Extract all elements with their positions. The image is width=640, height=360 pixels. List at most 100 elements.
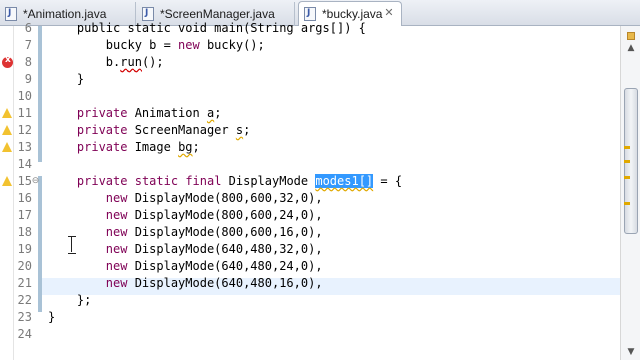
code-text: bucky b = new bucky(); xyxy=(48,37,265,54)
code-text: private Image bg; xyxy=(48,139,200,156)
code-text: private ScreenManager s; xyxy=(48,122,250,139)
java-file-icon xyxy=(304,7,316,21)
tab-label: *Animation.java xyxy=(23,7,107,21)
code-line[interactable]: 23} xyxy=(0,309,620,326)
code-line[interactable]: 11 private Animation a; xyxy=(0,105,620,122)
code-text: new DisplayMode(640,480,32,0), xyxy=(48,241,323,258)
keyword-token: new xyxy=(178,38,200,52)
text-cursor-icon xyxy=(68,236,76,254)
code-text: new DisplayMode(800,600,32,0), xyxy=(48,190,323,207)
code-text: }; xyxy=(48,292,91,309)
keyword-token: final xyxy=(185,174,222,188)
keyword-token: new xyxy=(105,276,128,290)
code-line[interactable]: 13 private Image bg; xyxy=(0,139,620,156)
code-token: bg xyxy=(178,140,193,154)
line-number: 10 xyxy=(17,89,32,103)
code-text: new DisplayMode(800,600,24,0), xyxy=(48,207,323,224)
code-token: }; xyxy=(48,293,92,307)
code-token: ; xyxy=(192,140,200,154)
code-line[interactable]: 19 new DisplayMode(640,480,32,0), xyxy=(0,241,620,258)
keyword-token: private xyxy=(76,174,128,188)
tab-label: *ScreenManager.java xyxy=(160,7,275,21)
warning-summary-icon[interactable] xyxy=(627,32,635,40)
fold-collapse-icon[interactable]: ⊖ xyxy=(31,177,40,186)
code-token: } xyxy=(48,72,85,86)
keyword-token: private xyxy=(76,140,128,154)
code-token: DisplayMode(640,480,32,0), xyxy=(127,242,323,256)
code-line[interactable]: 20 new DisplayMode(640,480,24,0), xyxy=(0,258,620,275)
code-line[interactable]: 10 xyxy=(0,88,620,105)
keyword-token: new xyxy=(105,208,128,222)
scroll-up-arrow-icon[interactable]: ▲ xyxy=(623,42,639,54)
code-token: Animation xyxy=(127,106,207,120)
warning-icon[interactable] xyxy=(2,108,13,119)
warning-icon[interactable] xyxy=(2,176,13,187)
code-token: DisplayMode(800,600,24,0), xyxy=(127,208,323,222)
overview-warning-mark[interactable] xyxy=(624,146,630,149)
code-line[interactable]: 22 }; xyxy=(0,292,620,309)
line-number: 11 xyxy=(17,106,32,120)
code-line[interactable]: 24 xyxy=(0,326,620,343)
line-number: 18 xyxy=(17,225,32,239)
line-number: 21 xyxy=(17,276,32,290)
keyword-token: private xyxy=(76,123,128,137)
code-token: bucky b = xyxy=(48,38,179,52)
warning-icon[interactable] xyxy=(2,142,13,153)
code-token: bucky(); xyxy=(199,38,265,52)
code-editor[interactable]: 6 public static void main(String args[])… xyxy=(0,21,620,360)
code-token: ; xyxy=(214,106,222,120)
error-icon[interactable] xyxy=(2,55,13,68)
overview-warning-mark[interactable] xyxy=(624,176,630,179)
code-text: } xyxy=(48,71,84,88)
code-line[interactable]: 6 public static void main(String args[])… xyxy=(0,20,620,37)
code-text: b.run(); xyxy=(48,54,164,71)
code-text: new DisplayMode(800,600,16,0), xyxy=(48,224,323,241)
line-number: 6 xyxy=(24,21,32,35)
overview-warning-mark[interactable] xyxy=(624,160,630,163)
java-file-icon xyxy=(142,7,154,21)
line-number: 13 xyxy=(17,140,32,154)
keyword-token: private xyxy=(76,106,128,120)
code-line[interactable]: 12 private ScreenManager s; xyxy=(0,122,620,139)
close-tab-icon[interactable]: ✕ xyxy=(383,7,395,19)
code-line[interactable]: 16 new DisplayMode(800,600,32,0), xyxy=(0,190,620,207)
code-token: ScreenManager xyxy=(127,123,236,137)
line-number: 19 xyxy=(17,242,32,256)
warning-icon[interactable] xyxy=(2,125,13,136)
code-line[interactable]: 7 bucky b = new bucky(); xyxy=(0,37,620,54)
code-line[interactable]: 17 new DisplayMode(800,600,24,0), xyxy=(0,207,620,224)
code-line[interactable]: 21 new DisplayMode(640,480,16,0), xyxy=(0,275,620,292)
line-number: 24 xyxy=(17,327,32,341)
code-token: (); xyxy=(141,55,164,69)
code-token: ; xyxy=(243,123,251,137)
line-number: 16 xyxy=(17,191,32,205)
overview-ruler[interactable]: ▲ ▼ xyxy=(620,26,640,360)
code-text: public static void main(String args[]) { xyxy=(48,20,366,37)
line-number: 15 xyxy=(17,174,32,188)
code-text: private static final DisplayMode modes1[… xyxy=(48,173,402,190)
scroll-down-arrow-icon[interactable]: ▼ xyxy=(623,346,639,358)
code-token: b. xyxy=(48,55,121,69)
code-line[interactable]: 9 } xyxy=(0,71,620,88)
overview-warning-mark[interactable] xyxy=(624,202,630,205)
code-token: Image xyxy=(127,140,179,154)
line-number: 20 xyxy=(17,259,32,273)
code-line[interactable]: 18 new DisplayMode(800,600,16,0), xyxy=(0,224,620,241)
keyword-token: new xyxy=(105,225,128,239)
code-line[interactable]: 15 ⊖ private static final DisplayMode mod… xyxy=(0,173,620,190)
code-line[interactable]: 8 b.run(); xyxy=(0,54,620,71)
keyword-token: new xyxy=(105,191,128,205)
code-line[interactable]: 14 xyxy=(0,156,620,173)
line-number: 7 xyxy=(24,38,32,52)
code-token: DisplayMode(800,600,16,0), xyxy=(127,225,323,239)
line-number: 17 xyxy=(17,208,32,222)
code-token: run xyxy=(120,55,142,69)
